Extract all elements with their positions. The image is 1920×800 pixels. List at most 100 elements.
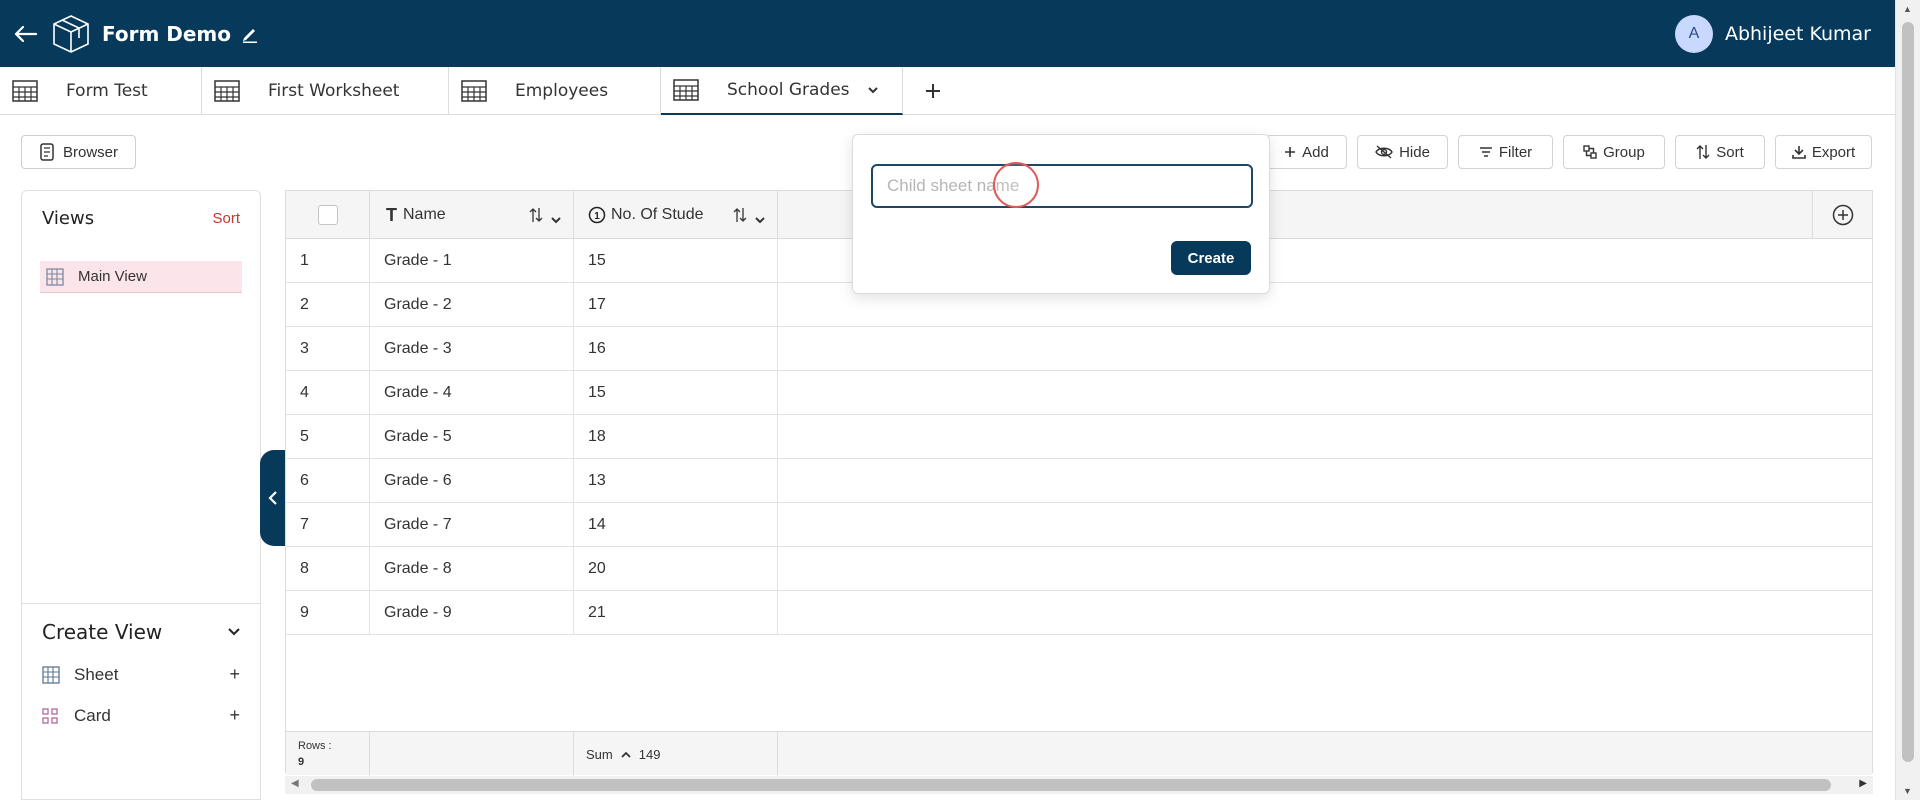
students-cell[interactable]: 15 [574, 239, 778, 283]
students-cell[interactable]: 13 [574, 459, 778, 503]
name-cell[interactable]: Grade - 9 [370, 591, 574, 635]
table-row[interactable]: 9 Grade - 9 21 [286, 591, 1872, 635]
create-view-card[interactable]: Card + [42, 705, 240, 726]
name-cell[interactable]: Grade - 5 [370, 415, 574, 459]
name-cell[interactable]: Grade - 4 [370, 371, 574, 415]
text-type-icon: T [386, 204, 397, 225]
add-column-button[interactable] [1812, 191, 1872, 239]
table-row[interactable]: 6 Grade - 6 13 [286, 459, 1872, 503]
row-number: 5 [286, 415, 370, 459]
chevron-down-icon[interactable] [755, 211, 765, 229]
name-cell[interactable]: Grade - 3 [370, 327, 574, 371]
name-cell[interactable]: Grade - 2 [370, 283, 574, 327]
scroll-left-icon[interactable]: ◀ [291, 778, 299, 789]
user-menu[interactable]: A Abhijeet Kumar [1674, 14, 1871, 53]
create-button[interactable]: Create [1171, 241, 1251, 275]
row-number: 9 [286, 591, 370, 635]
plus-icon[interactable]: + [229, 705, 240, 726]
back-arrow-icon[interactable] [6, 14, 46, 54]
export-button[interactable]: Export [1775, 135, 1872, 169]
table-row[interactable]: 7 Grade - 7 14 [286, 503, 1872, 547]
collapse-sidebar-button[interactable] [260, 450, 286, 546]
sum-label: Sum [586, 746, 613, 762]
sort-icon[interactable] [529, 207, 543, 228]
horizontal-scrollbar-thumb[interactable] [311, 779, 1831, 791]
table-icon [461, 80, 487, 102]
avatar[interactable]: A [1674, 14, 1713, 53]
tab-form-test[interactable]: Form Test [0, 67, 202, 115]
column-header-students[interactable]: 1 No. Of Stude [574, 191, 778, 239]
tab-employees[interactable]: Employees [449, 67, 661, 115]
page-scrollbar-thumb[interactable] [1902, 22, 1914, 762]
hide-button[interactable]: Hide [1357, 135, 1448, 169]
name-cell[interactable]: Grade - 1 [370, 239, 574, 283]
students-cell[interactable]: 21 [574, 591, 778, 635]
user-name[interactable]: Abhijeet Kumar [1725, 23, 1871, 45]
chevron-down-icon[interactable] [867, 83, 878, 98]
row-number: 2 [286, 283, 370, 327]
browser-button[interactable]: Browser [21, 135, 136, 169]
filter-button[interactable]: Filter [1458, 135, 1553, 169]
name-cell[interactable]: Grade - 7 [370, 503, 574, 547]
horizontal-scrollbar[interactable]: ◀ ▶ [285, 776, 1873, 794]
rows-count-cell: Rows : 9 [286, 732, 370, 776]
document-icon [40, 143, 54, 161]
table-row[interactable]: 5 Grade - 5 18 [286, 415, 1872, 459]
create-view-sheet-label: Sheet [74, 664, 119, 684]
chevron-up-icon[interactable] [621, 751, 631, 758]
child-sheet-name-input[interactable] [871, 164, 1253, 208]
table-icon [12, 80, 38, 102]
add-circle-icon [1832, 204, 1853, 226]
students-cell[interactable]: 20 [574, 547, 778, 591]
students-cell[interactable]: 18 [574, 415, 778, 459]
row-number: 7 [286, 503, 370, 547]
rows-count: 9 [298, 756, 305, 768]
scroll-down-icon[interactable]: ▼ [1903, 786, 1912, 796]
top-bar: Form Demo A Abhijeet Kumar [0, 0, 1895, 67]
name-cell[interactable]: Grade - 6 [370, 459, 574, 503]
sort-icon [1696, 144, 1710, 160]
page-scrollbar[interactable]: ▲ ▼ [1895, 0, 1920, 800]
click-indicator [993, 162, 1039, 208]
scroll-up-icon[interactable]: ▲ [1903, 4, 1912, 14]
sum-cell[interactable]: Sum 149 [574, 732, 778, 776]
hide-label: Hide [1399, 143, 1430, 161]
students-cell[interactable]: 17 [574, 283, 778, 327]
views-sort-link[interactable]: Sort [212, 210, 240, 227]
row-number: 8 [286, 547, 370, 591]
grid-footer: Rows : 9 Sum 149 [286, 731, 1872, 776]
select-all-cell [286, 191, 370, 239]
group-button[interactable]: Group [1563, 135, 1665, 169]
tab-label: Employees [515, 81, 609, 101]
table-row[interactable]: 4 Grade - 4 15 [286, 371, 1872, 415]
view-item-main-view[interactable]: Main View [40, 261, 242, 293]
students-cell[interactable]: 15 [574, 371, 778, 415]
name-cell[interactable]: Grade - 8 [370, 547, 574, 591]
download-icon [1792, 145, 1806, 159]
add-button[interactable]: Add [1266, 135, 1347, 169]
table-row[interactable]: 8 Grade - 8 20 [286, 547, 1872, 591]
plus-icon[interactable]: + [229, 664, 240, 685]
eye-off-icon [1375, 145, 1393, 159]
view-item-label: Main View [78, 268, 147, 285]
sort-icon[interactable] [733, 207, 747, 228]
select-all-checkbox[interactable] [317, 205, 338, 225]
column-header-label: Name [403, 206, 446, 223]
tab-first-worksheet[interactable]: First Worksheet [202, 67, 449, 115]
table-row[interactable]: 3 Grade - 3 16 [286, 327, 1872, 371]
group-label: Group [1603, 143, 1645, 161]
chevron-down-icon[interactable] [228, 623, 240, 641]
column-header-name[interactable]: T Name [370, 191, 574, 239]
create-view-sheet[interactable]: Sheet + [42, 664, 240, 685]
plus-icon [1284, 146, 1296, 158]
students-cell[interactable]: 16 [574, 327, 778, 371]
students-cell[interactable]: 14 [574, 503, 778, 547]
sort-button[interactable]: Sort [1675, 135, 1765, 169]
pencil-icon[interactable] [241, 25, 259, 43]
filter-label: Filter [1498, 143, 1533, 161]
chevron-down-icon[interactable] [551, 211, 561, 229]
scroll-right-icon[interactable]: ▶ [1859, 778, 1867, 789]
plus-icon [926, 83, 940, 98]
add-tab-button[interactable] [903, 67, 963, 114]
tab-school-grades[interactable]: School Grades [661, 67, 903, 115]
